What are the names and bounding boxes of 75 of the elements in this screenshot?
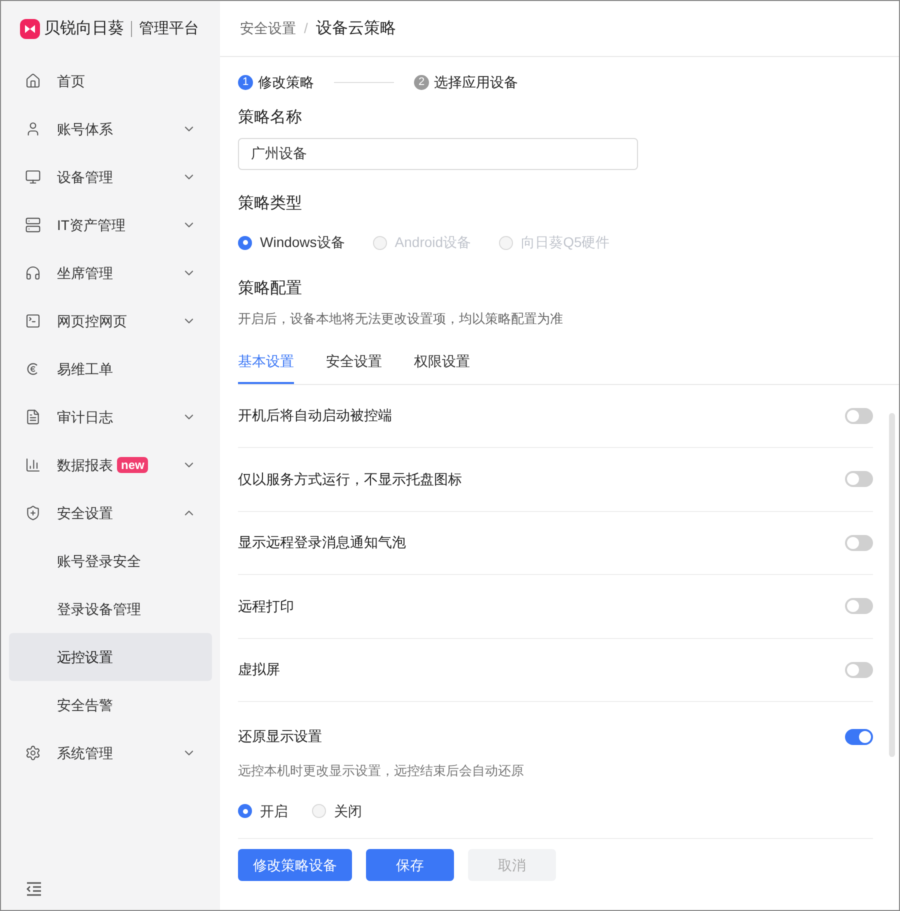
collapse-menu-icon[interactable]: [26, 882, 42, 896]
settings-icon: [25, 745, 41, 761]
sidebar-item[interactable]: 账号体系: [9, 105, 212, 153]
radio-option[interactable]: 关闭: [312, 800, 362, 822]
radio-option[interactable]: Windows设备: [238, 232, 345, 253]
action-button[interactable]: 保存: [366, 849, 454, 881]
section-title: 策略配置: [238, 279, 303, 299]
setting-label: 开机后将自动启动被控端: [238, 406, 392, 426]
tab[interactable]: 安全设置: [326, 350, 382, 384]
sidebar-item[interactable]: 首页: [9, 57, 212, 105]
document-icon: [25, 409, 41, 425]
toggle-switch[interactable]: [845, 534, 873, 551]
menu-label: 数据报表: [57, 456, 113, 474]
shield-icon: [25, 505, 41, 521]
brand-name: 贝锐向日葵: [44, 18, 124, 39]
page-title: 设备云策略: [316, 18, 396, 38]
field-label: 策略名称: [238, 108, 303, 128]
sidebar-item[interactable]: 安全设置: [9, 489, 212, 537]
step-number: 1: [238, 74, 253, 90]
tab[interactable]: 基本设置: [238, 350, 294, 384]
setting-label: 还原显示设置: [238, 727, 322, 746]
submenu-item[interactable]: 账号登录安全: [9, 537, 212, 585]
menu-label: 安全设置: [57, 504, 113, 522]
sidebar-item[interactable]: IT资产管理: [9, 201, 212, 249]
toggle-switch[interactable]: [845, 662, 873, 678]
radio-option[interactable]: 开启: [238, 800, 288, 822]
section-description: 开启后，设备本地将无法更改设置项，均以策略配置为准: [238, 310, 564, 328]
sidebar-item[interactable]: 网页控网页: [9, 297, 212, 345]
toggle-switch[interactable]: [845, 598, 873, 614]
product-name: 管理平台: [139, 18, 199, 39]
setting-label: 远程打印: [238, 596, 294, 616]
scrollbar[interactable]: [889, 412, 895, 756]
headset-icon: [25, 265, 41, 281]
menu-label: 设备管理: [57, 168, 113, 186]
setting-label: 显示远程登录消息通知气泡: [238, 533, 406, 552]
step-label: 修改策略: [258, 72, 314, 92]
submenu-item[interactable]: 安全告警: [9, 681, 212, 729]
submenu-item[interactable]: 远控设置: [9, 633, 212, 681]
setting-label: 虚拟屏: [238, 660, 280, 680]
bar-chart-icon: [25, 457, 41, 473]
terminal-icon: [25, 313, 41, 329]
breadcrumb-separator: /: [304, 19, 308, 38]
home-icon: [25, 73, 41, 89]
menu-label: 账号体系: [57, 120, 113, 138]
menu-label: 坐席管理: [57, 264, 113, 282]
sidebar-item[interactable]: 坐席管理: [9, 249, 212, 297]
breadcrumb-link[interactable]: 安全设置: [240, 18, 296, 39]
sidebar-item[interactable]: 设备管理: [9, 153, 212, 201]
menu-label: 首页: [57, 72, 85, 90]
menu-label: 审计日志: [57, 408, 113, 426]
sidebar-item[interactable]: 易维工单: [9, 345, 212, 393]
toggle-switch[interactable]: [845, 408, 873, 424]
sidebar-item[interactable]: 审计日志: [9, 393, 212, 441]
setting-label: 仅以服务方式运行，不显示托盘图标: [238, 470, 462, 489]
policy-name-input[interactable]: 广州设备: [238, 138, 638, 170]
field-label: 策略类型: [238, 194, 303, 214]
user-icon: [25, 121, 41, 137]
step-number: 2: [414, 74, 429, 90]
tab[interactable]: 权限设置: [414, 350, 470, 384]
setting-description: 远控本机时更改显示设置，远控结束后会自动还原: [238, 762, 525, 780]
toggle-switch[interactable]: [845, 471, 873, 488]
toggle-switch[interactable]: [845, 728, 873, 744]
monitor-icon: [25, 169, 41, 185]
menu-label: 系统管理: [57, 744, 113, 762]
submenu-item[interactable]: 登录设备管理: [9, 585, 212, 633]
server-icon: [25, 217, 41, 233]
sidebar-item[interactable]: 数据报表 new: [9, 441, 212, 489]
action-button[interactable]: 修改策略设备: [238, 849, 352, 881]
menu-label: 网页控网页: [57, 312, 127, 330]
menu-label: IT资产管理: [57, 216, 126, 234]
menu-label: 易维工单: [57, 360, 113, 378]
sidebar-item[interactable]: 系统管理: [9, 729, 212, 777]
new-badge: new: [117, 457, 148, 473]
step-label: 选择应用设备: [434, 72, 518, 92]
logo-icon: [20, 19, 40, 39]
